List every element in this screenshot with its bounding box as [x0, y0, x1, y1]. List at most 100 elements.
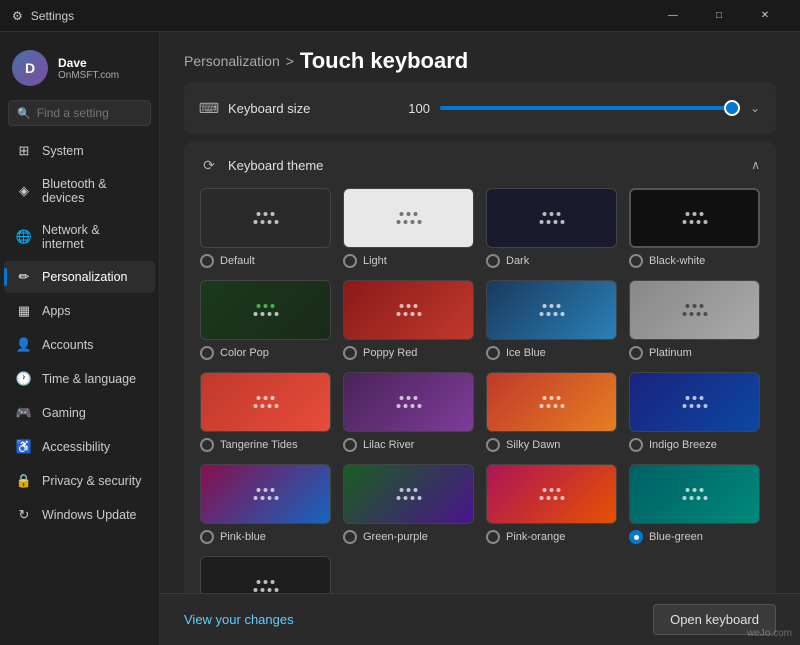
- theme-radio-indigo[interactable]: [629, 438, 643, 452]
- theme-item-default[interactable]: Default: [200, 188, 331, 268]
- theme-radio-black-white[interactable]: [629, 254, 643, 268]
- theme-item-silky-dawn[interactable]: Silky Dawn: [486, 372, 617, 452]
- theme-name-light: Light: [363, 255, 387, 267]
- theme-item-blue-green[interactable]: Blue-green: [629, 464, 760, 544]
- theme-name-silky-dawn: Silky Dawn: [506, 439, 560, 451]
- theme-name-color-pop: Color Pop: [220, 347, 269, 359]
- sidebar-item-system[interactable]: ⊞ System: [4, 135, 155, 167]
- keyboard-size-icon: ⌨: [200, 99, 218, 117]
- theme-radio-platinum[interactable]: [629, 346, 643, 360]
- sidebar-item-time[interactable]: 🕐 Time & language: [4, 363, 155, 395]
- theme-radio-poppy-red[interactable]: [343, 346, 357, 360]
- theme-item-indigo[interactable]: Indigo Breeze: [629, 372, 760, 452]
- sidebar-label-update: Windows Update: [42, 508, 137, 522]
- theme-name-indigo: Indigo Breeze: [649, 439, 717, 451]
- title-bar-controls: — □ ✕: [650, 0, 788, 32]
- theme-name-blue-green: Blue-green: [649, 531, 703, 543]
- theme-name-tangerine: Tangerine Tides: [220, 439, 298, 451]
- theme-name-lilac: Lilac River: [363, 439, 414, 451]
- theme-preview-pink-blue: [200, 464, 331, 524]
- theme-item-black-white[interactable]: Black-white: [629, 188, 760, 268]
- theme-item-pink-orange[interactable]: Pink-orange: [486, 464, 617, 544]
- slider-track[interactable]: [440, 106, 740, 110]
- theme-radio-lilac[interactable]: [343, 438, 357, 452]
- sidebar-item-gaming[interactable]: 🎮 Gaming: [4, 397, 155, 429]
- theme-radio-green-purple[interactable]: [343, 530, 357, 544]
- theme-preview-green-purple: [343, 464, 474, 524]
- theme-grid: Default Light Dark: [184, 188, 776, 593]
- theme-name-green-purple: Green-purple: [363, 531, 428, 543]
- theme-item-color-pop[interactable]: Color Pop: [200, 280, 331, 360]
- view-changes-link[interactable]: View your changes: [184, 612, 294, 627]
- theme-label: Keyboard theme: [228, 158, 323, 173]
- sidebar-item-accounts[interactable]: 👤 Accounts: [4, 329, 155, 361]
- maximize-button[interactable]: □: [696, 0, 742, 32]
- theme-section-title: ⟳ Keyboard theme: [200, 156, 323, 174]
- keyboard-theme-section: ⟳ Keyboard theme ∧ Default: [184, 142, 776, 593]
- theme-preview-ice-blue: [486, 280, 617, 340]
- sidebar-item-apps[interactable]: ▦ Apps: [4, 295, 155, 327]
- theme-radio-pink-blue[interactable]: [200, 530, 214, 544]
- theme-radio-pink-orange[interactable]: [486, 530, 500, 544]
- close-button[interactable]: ✕: [742, 0, 788, 32]
- sidebar: D Dave OnMSFT.com 🔍 ⊞ System ◈ Bluetooth…: [0, 32, 160, 645]
- theme-preview-custom: [200, 556, 331, 593]
- avatar[interactable]: D: [12, 50, 48, 86]
- theme-icon: ⟳: [200, 156, 218, 174]
- theme-radio-dark[interactable]: [486, 254, 500, 268]
- theme-radio-ice-blue[interactable]: [486, 346, 500, 360]
- minimize-button[interactable]: —: [650, 0, 696, 32]
- content-main: ⌨ Keyboard size 100 ⌄: [160, 82, 800, 593]
- theme-radio-blue-green[interactable]: [629, 530, 643, 544]
- app-icon: ⚙: [12, 9, 23, 23]
- theme-name-ice-blue: Ice Blue: [506, 347, 546, 359]
- title-bar: ⚙ Settings — □ ✕: [0, 0, 800, 32]
- theme-item-platinum[interactable]: Platinum: [629, 280, 760, 360]
- slider-dropdown-icon[interactable]: ⌄: [750, 101, 760, 115]
- slider-value: 100: [400, 101, 430, 116]
- sidebar-item-personalization[interactable]: ✏ Personalization: [4, 261, 155, 293]
- theme-item-green-purple[interactable]: Green-purple: [343, 464, 474, 544]
- breadcrumb-parent[interactable]: Personalization: [184, 53, 280, 69]
- theme-section-header: ⟳ Keyboard theme ∧: [184, 142, 776, 188]
- sidebar-label-system: System: [42, 144, 84, 158]
- sidebar-label-time: Time & language: [42, 372, 136, 386]
- theme-item-ice-blue[interactable]: Ice Blue: [486, 280, 617, 360]
- personalization-icon: ✏: [16, 269, 32, 285]
- theme-radio-light[interactable]: [343, 254, 357, 268]
- theme-radio-silky-dawn[interactable]: [486, 438, 500, 452]
- sidebar-label-privacy: Privacy & security: [42, 474, 141, 488]
- breadcrumb: Personalization > Touch keyboard: [160, 32, 800, 82]
- theme-item-custom[interactable]: Custom theme: [200, 556, 331, 593]
- sidebar-label-personalization: Personalization: [42, 270, 127, 284]
- theme-preview-color-pop: [200, 280, 331, 340]
- page-title: Touch keyboard: [300, 48, 468, 74]
- theme-preview-poppy-red: [343, 280, 474, 340]
- sidebar-label-accessibility: Accessibility: [42, 440, 110, 454]
- theme-name-default: Default: [220, 255, 255, 267]
- theme-item-dark[interactable]: Dark: [486, 188, 617, 268]
- chevron-up-icon[interactable]: ∧: [751, 158, 760, 172]
- theme-item-tangerine[interactable]: Tangerine Tides: [200, 372, 331, 452]
- search-input[interactable]: [37, 106, 142, 120]
- theme-item-light[interactable]: Light: [343, 188, 474, 268]
- slider-thumb[interactable]: [724, 100, 740, 116]
- theme-item-lilac[interactable]: Lilac River: [343, 372, 474, 452]
- sidebar-item-update[interactable]: ↻ Windows Update: [4, 499, 155, 531]
- sidebar-item-network[interactable]: 🌐 Network & internet: [4, 215, 155, 259]
- theme-name-black-white: Black-white: [649, 255, 705, 267]
- theme-radio-tangerine[interactable]: [200, 438, 214, 452]
- accessibility-icon: ♿: [16, 439, 32, 455]
- privacy-icon: 🔒: [16, 473, 32, 489]
- accounts-icon: 👤: [16, 337, 32, 353]
- theme-radio-color-pop[interactable]: [200, 346, 214, 360]
- sidebar-item-bluetooth[interactable]: ◈ Bluetooth & devices: [4, 169, 155, 213]
- sidebar-item-privacy[interactable]: 🔒 Privacy & security: [4, 465, 155, 497]
- theme-preview-tangerine: [200, 372, 331, 432]
- theme-item-pink-blue[interactable]: Pink-blue: [200, 464, 331, 544]
- theme-radio-default[interactable]: [200, 254, 214, 268]
- theme-item-poppy-red[interactable]: Poppy Red: [343, 280, 474, 360]
- sidebar-item-accessibility[interactable]: ♿ Accessibility: [4, 431, 155, 463]
- keyboard-size-section: ⌨ Keyboard size 100 ⌄: [184, 82, 776, 134]
- search-box[interactable]: 🔍: [8, 100, 151, 126]
